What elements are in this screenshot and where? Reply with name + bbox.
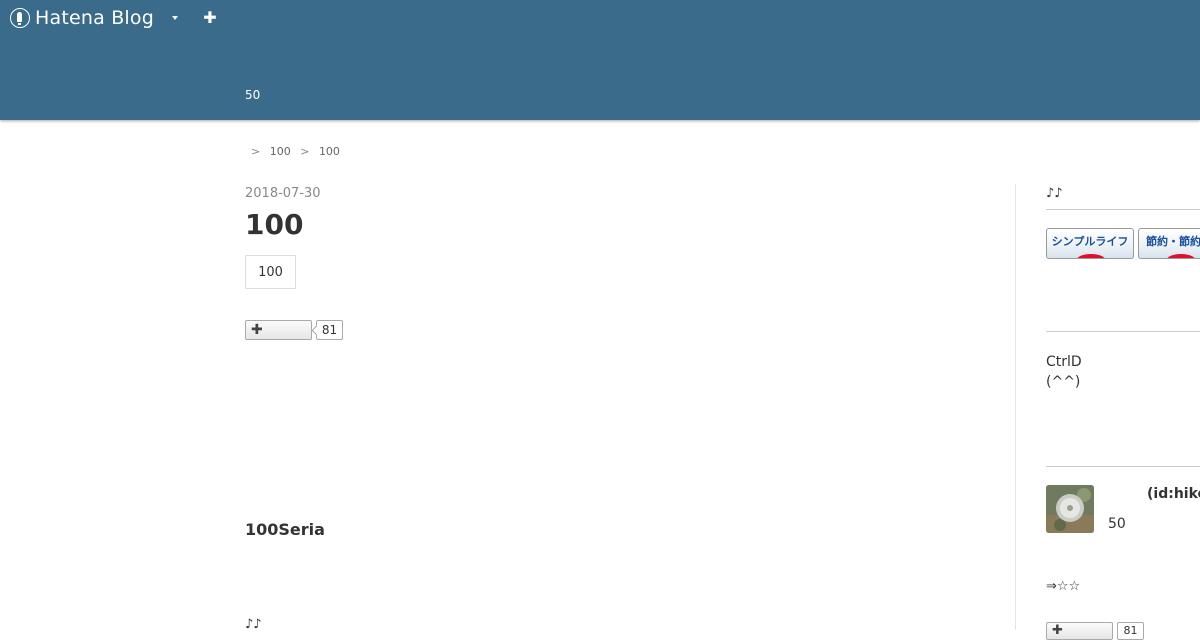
about-line: CtrlD bbox=[1046, 354, 1082, 370]
sidebar-divider-line bbox=[1046, 466, 1200, 467]
breadcrumb-separator: > bbox=[300, 145, 310, 158]
breadcrumb-separator: > bbox=[251, 145, 261, 158]
sidebar-bookmark-button[interactable]: ✚ bbox=[1046, 622, 1113, 640]
bookmark-count[interactable]: 81 bbox=[316, 320, 343, 340]
sidebar-divider-line bbox=[1046, 331, 1200, 332]
savings-banner[interactable]: 節約・節約 bbox=[1138, 228, 1200, 259]
section-heading: 100Seria bbox=[245, 520, 325, 539]
banner-accent bbox=[1166, 254, 1196, 258]
sidebar-link-text[interactable]: ⇒☆☆ bbox=[1046, 579, 1080, 594]
plus-icon: ✚ bbox=[1052, 623, 1063, 638]
banner-label: シンプルライフ bbox=[1051, 235, 1129, 248]
breadcrumb-item[interactable]: 100 bbox=[270, 145, 291, 158]
logo-text: Hatena Blog bbox=[35, 7, 154, 29]
entry-date[interactable]: 2018-07-30 bbox=[245, 186, 321, 201]
dandelion-avatar-icon[interactable] bbox=[1046, 485, 1094, 533]
blog-header: 50 bbox=[0, 36, 1200, 120]
banner-accent bbox=[1076, 254, 1106, 258]
sidebar-bookmark-count[interactable]: 81 bbox=[1117, 622, 1144, 640]
hatena-blog-logo[interactable]: Hatena Blog bbox=[10, 7, 154, 29]
sidebar-divider-line bbox=[1046, 209, 1200, 210]
blog-description: 50 bbox=[245, 88, 261, 102]
simple-life-banner[interactable]: シンプルライフ bbox=[1046, 228, 1134, 259]
entry-title[interactable]: 100 bbox=[245, 208, 303, 242]
category-tag[interactable]: 100 bbox=[245, 255, 296, 289]
global-header: Hatena Blog ✚ bbox=[0, 0, 1200, 36]
banner-label: 節約・節約 bbox=[1146, 235, 1200, 248]
breadcrumb: > 100 > 100 bbox=[245, 145, 340, 158]
profile-count: 50 bbox=[1108, 516, 1126, 532]
hatena-blog-logo-icon bbox=[10, 8, 30, 28]
sidebar-divider bbox=[1015, 184, 1016, 630]
breadcrumb-item[interactable]: 100 bbox=[319, 145, 340, 158]
plus-icon: ✚ bbox=[251, 322, 263, 338]
sidebar-about-text: CtrlD (^^) bbox=[1046, 352, 1082, 392]
add-bookmark-button[interactable]: ✚ bbox=[245, 320, 312, 340]
profile-id[interactable]: (id:hike bbox=[1147, 486, 1200, 502]
about-line: (^^) bbox=[1046, 374, 1081, 390]
chevron-down-icon[interactable] bbox=[172, 16, 178, 20]
plus-icon[interactable]: ✚ bbox=[203, 10, 217, 26]
sidebar-module-title: ♪♪ bbox=[1046, 186, 1063, 201]
